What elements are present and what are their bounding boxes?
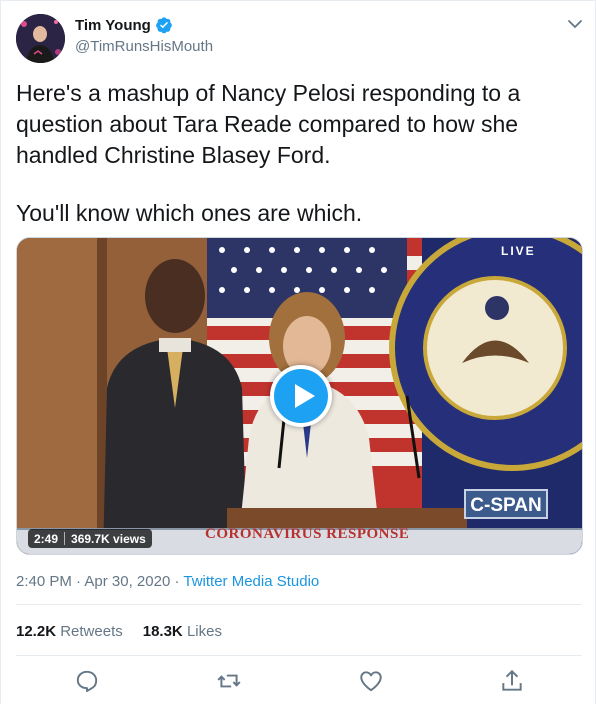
tweet-paragraph: You'll know which ones are which.: [16, 200, 363, 226]
retweet-icon[interactable]: [216, 668, 242, 694]
meta-separator: ·: [170, 573, 184, 590]
likes-label: Likes: [186, 623, 222, 640]
tweet-time[interactable]: 2:40 PM: [16, 573, 72, 590]
share-icon[interactable]: [499, 668, 525, 694]
chevron-down-icon[interactable]: [567, 16, 583, 32]
like-icon[interactable]: [358, 668, 384, 694]
author-name-row: Tim Young: [75, 16, 173, 34]
tweet-paragraph: Here's a mashup of Nancy Pelosi respondi…: [16, 80, 521, 168]
engagement-counts: 12.2K Retweets 18.3K Likes: [16, 623, 222, 640]
retweets-count[interactable]: 12.2K Retweets: [16, 623, 123, 640]
verified-badge-icon: [155, 17, 172, 34]
tweet-text: Here's a mashup of Nancy Pelosi respondi…: [16, 78, 582, 229]
video-player[interactable]: LIVE C-SPAN CORONAVIRUS RESPONSE 2:49 36…: [16, 237, 583, 555]
video-chyron: CORONAVIRUS RESPONSE: [205, 526, 410, 542]
video-views: 369.7K views: [71, 531, 146, 546]
likes-count[interactable]: 18.3K Likes: [143, 623, 222, 640]
reply-icon[interactable]: [74, 668, 100, 694]
tweet-card: Tim Young @TimRunsHisMouth Here's a mash…: [0, 0, 596, 704]
tweet-source-link[interactable]: Twitter Media Studio: [183, 573, 319, 590]
tweet-date[interactable]: Apr 30, 2020: [84, 573, 170, 590]
retweets-value: 12.2K: [16, 623, 57, 640]
divider: [16, 604, 582, 605]
author-display-name[interactable]: Tim Young: [75, 17, 151, 34]
likes-value: 18.3K: [142, 623, 183, 640]
video-stats-badge: 2:49 369.7K views: [28, 529, 152, 548]
meta-separator: ·: [71, 573, 85, 590]
tweet-meta: 2:40 PM · Apr 30, 2020 · Twitter Media S…: [16, 573, 319, 590]
retweets-label: Retweets: [60, 623, 123, 640]
network-logo: C-SPAN: [464, 489, 548, 519]
video-duration: 2:49: [34, 531, 59, 546]
user-avatar[interactable]: [16, 14, 65, 63]
play-icon[interactable]: [270, 365, 332, 427]
live-label: LIVE: [501, 244, 536, 258]
divider: [16, 655, 582, 656]
tweet-actions: [1, 668, 596, 694]
author-handle[interactable]: @TimRunsHisMouth: [75, 38, 213, 55]
